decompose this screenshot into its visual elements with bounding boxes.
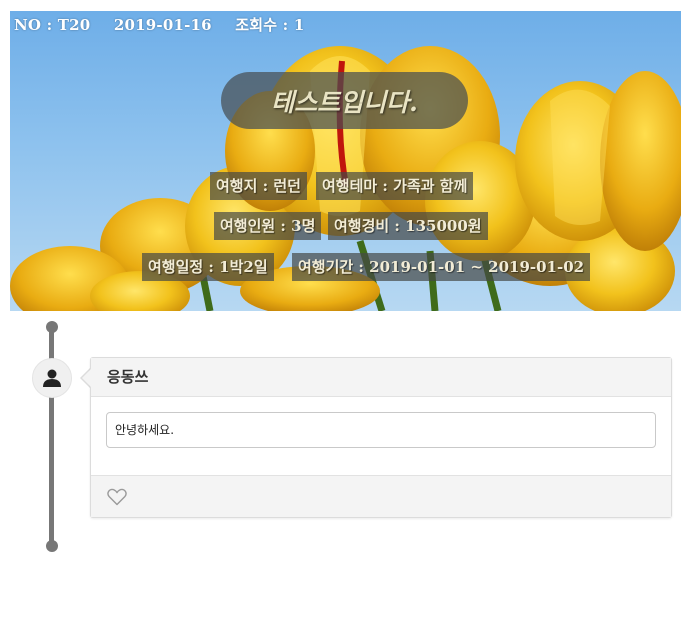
view-count: 조회수 : 1 [235, 16, 305, 34]
post-date: 2019-01-16 [113, 16, 212, 34]
post-banner: NO : T20 2019-01-16 조회수 : 1 테스트입니다. 여행지 … [10, 11, 681, 311]
card-pointer-fill [82, 369, 91, 387]
destination-tag: 여행지 : 런던 [210, 172, 307, 200]
comment-footer [91, 475, 671, 517]
comment-text: 안녕하세요. [106, 412, 656, 448]
post-meta: NO : T20 2019-01-16 조회수 : 1 [14, 14, 322, 35]
avatar [32, 358, 72, 398]
comment-author: 응동쓰 [91, 358, 671, 397]
people-tag: 여행인원 : 3명 [214, 212, 322, 240]
period-tag: 여행기간 : 2019-01-01 ~ 2019-01-02 [292, 253, 591, 281]
cost-tag: 여행경비 : 135000원 [328, 212, 488, 240]
schedule-tag: 여행일정 : 1박2일 [142, 253, 274, 281]
timeline-start-dot [46, 321, 58, 333]
heart-outline-icon[interactable] [107, 488, 127, 506]
user-icon [43, 369, 61, 387]
timeline-end-dot [46, 540, 58, 552]
comment-card: 응동쓰 안녕하세요. [90, 357, 672, 518]
comment-body: 안녕하세요. [91, 397, 671, 475]
post-title: 테스트입니다. [221, 72, 468, 129]
post-number: NO : T20 [14, 16, 91, 34]
like-button[interactable] [107, 488, 127, 510]
theme-tag: 여행테마 : 가족과 함께 [316, 172, 474, 200]
